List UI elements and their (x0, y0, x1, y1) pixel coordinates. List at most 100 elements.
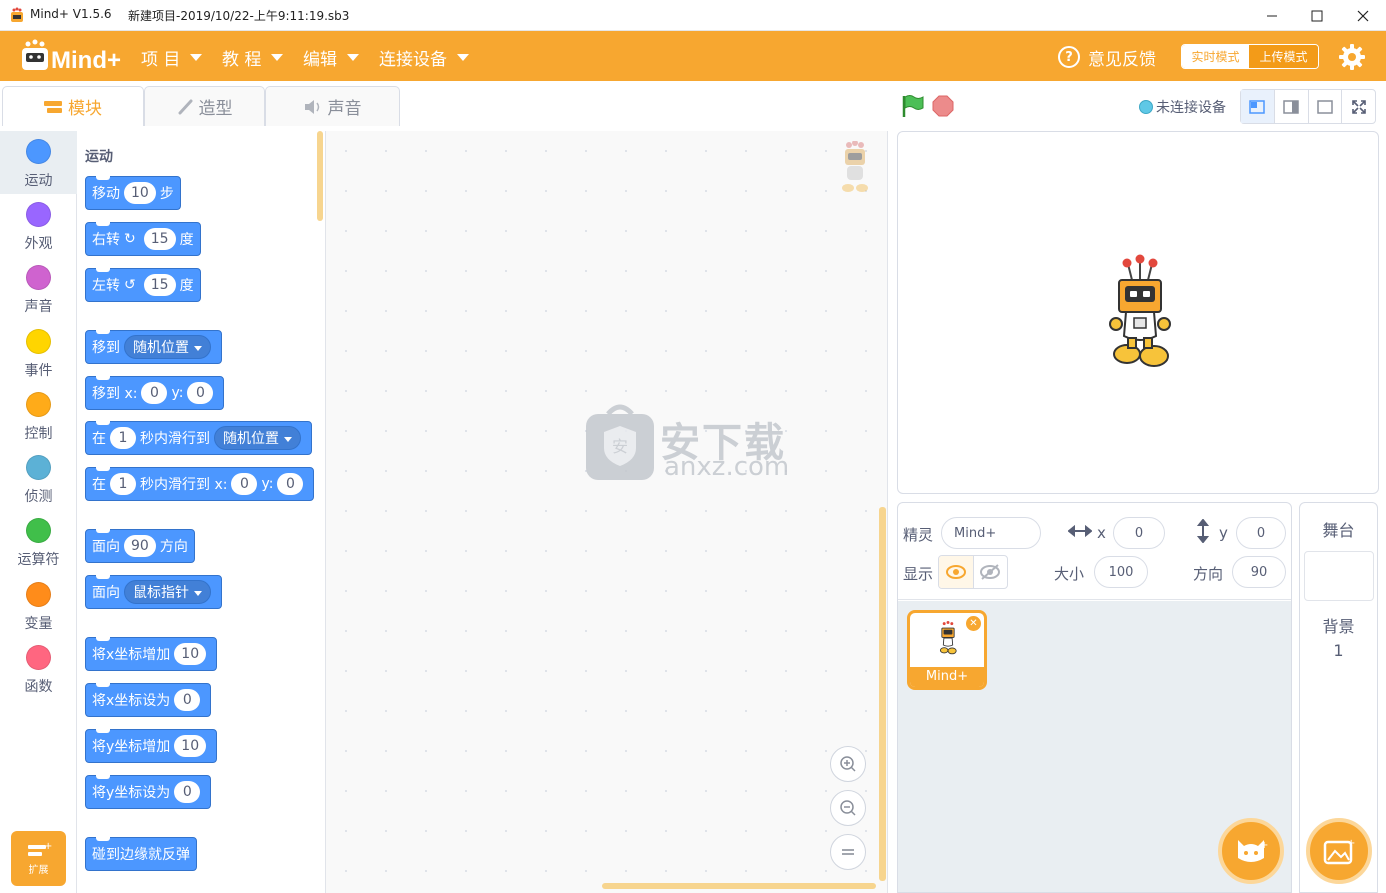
block-change-x[interactable]: 将x坐标增加 10 (85, 637, 218, 671)
block-input-x[interactable]: 0 (141, 382, 168, 404)
delete-sprite-button[interactable]: ✕ (966, 616, 981, 631)
block-set-x[interactable]: 将x坐标设为 0 (85, 683, 212, 717)
extension-button[interactable]: + 扩展 (11, 831, 66, 886)
feedback-button[interactable]: ? 意见反馈 (1058, 43, 1156, 71)
block-text: 面向 (92, 585, 120, 601)
script-area[interactable]: 安 安下载 anxz.com (326, 131, 888, 893)
caret-down-icon (194, 590, 202, 596)
block-input-x[interactable]: 0 (231, 473, 258, 495)
vertical-arrows-icon (1196, 519, 1210, 543)
add-backdrop-button[interactable]: + (1306, 818, 1372, 884)
category-operators[interactable]: 运算符 (0, 510, 77, 573)
category-functions[interactable]: 函数 (0, 637, 77, 700)
tab-costumes[interactable]: 造型 (144, 86, 265, 126)
category-sensing[interactable]: 侦测 (0, 447, 77, 510)
block-change-y[interactable]: 将y坐标增加 10 (85, 729, 218, 763)
tab-blocks[interactable]: 模块 (2, 86, 144, 126)
block-turn-right[interactable]: 右转 ↻ 15 度 (85, 222, 201, 256)
green-flag-icon[interactable] (901, 94, 925, 118)
upload-mode-button[interactable]: 上传模式 (1249, 45, 1318, 68)
menu-tutorial[interactable]: 教 程 (222, 44, 284, 70)
direction-field[interactable]: 90 (1232, 556, 1286, 588)
block-input[interactable]: 15 (143, 228, 176, 250)
live-mode-button[interactable]: 实时模式 (1182, 45, 1249, 68)
caret-down-icon (457, 53, 469, 61)
block-input[interactable]: 0 (174, 781, 201, 803)
hide-button[interactable] (974, 556, 1008, 588)
sprite-name-field[interactable]: Mind+ (941, 517, 1041, 549)
normal-stage-button[interactable] (1275, 90, 1309, 123)
eye-slash-icon (980, 564, 1001, 580)
large-stage-button[interactable] (1309, 90, 1343, 123)
block-move-steps[interactable]: 移动 10 步 (85, 176, 181, 210)
mindplus-robot-sprite[interactable] (1106, 254, 1174, 370)
palette-section-title: 运动 (85, 149, 113, 165)
category-label: 函数 (24, 679, 53, 695)
category-variables[interactable]: 变量 (0, 574, 77, 637)
block-input-y[interactable]: 0 (277, 473, 304, 495)
script-horizontal-scrollbar[interactable] (602, 883, 876, 889)
block-input-secs[interactable]: 1 (110, 473, 136, 495)
mindplus-logo[interactable]: Mind+ (18, 38, 122, 76)
stage-canvas[interactable] (897, 131, 1379, 494)
close-button[interactable] (1340, 0, 1386, 31)
zoom-out-button[interactable] (830, 790, 866, 826)
stage-thumbnail[interactable] (1304, 551, 1374, 601)
mode-switch[interactable]: 实时模式 上传模式 (1181, 44, 1319, 69)
fullscreen-button[interactable] (1342, 90, 1375, 123)
block-input[interactable]: 15 (143, 274, 176, 296)
category-dot (26, 645, 51, 670)
block-input[interactable]: 10 (124, 182, 156, 204)
block-glide-xy[interactable]: 在 1 秒内滑行到 x: 0 y: 0 (85, 467, 315, 501)
block-set-y[interactable]: 将y坐标设为 0 (85, 775, 212, 809)
sprite-thumbnail[interactable]: ✕ Mind+ (907, 610, 987, 690)
horizontal-arrows-icon (1068, 524, 1092, 538)
gear-icon[interactable] (1338, 43, 1366, 71)
svg-text:+: + (1347, 838, 1355, 849)
menu-project[interactable]: 项 目 (141, 44, 203, 70)
menu-edit[interactable]: 编辑 (303, 44, 359, 70)
block-dropdown[interactable]: 随机位置 (214, 426, 301, 450)
block-input[interactable]: 0 (174, 689, 201, 711)
block-dropdown[interactable]: 鼠标指针 (124, 580, 211, 604)
block-dropdown[interactable]: 随机位置 (124, 335, 211, 359)
block-goto[interactable]: 移到 随机位置 (85, 330, 222, 364)
block-input-y[interactable]: 0 (187, 382, 214, 404)
category-control[interactable]: 控制 (0, 384, 77, 447)
tab-sounds[interactable]: 声音 (265, 86, 400, 126)
block-bounce-edge[interactable]: 碰到边缘就反弹 (85, 837, 197, 871)
block-text: 秒内滑行到 x: (140, 477, 228, 493)
maximize-button[interactable] (1294, 0, 1340, 31)
x-field[interactable]: 0 (1113, 517, 1165, 549)
add-sprite-button[interactable]: + (1218, 818, 1284, 884)
block-turn-left[interactable]: 左转 ↺ 15 度 (85, 268, 201, 302)
block-input[interactable]: 10 (174, 735, 207, 757)
category-motion[interactable]: 运动 (0, 131, 77, 194)
category-events[interactable]: 事件 (0, 321, 77, 384)
zoom-in-icon (840, 756, 856, 772)
script-vertical-scrollbar[interactable] (879, 507, 886, 881)
zoom-in-button[interactable] (830, 746, 866, 782)
block-input-secs[interactable]: 1 (110, 427, 136, 449)
block-point-direction[interactable]: 面向 90 方向 (85, 529, 195, 563)
minimize-button[interactable] (1249, 0, 1295, 31)
size-field[interactable]: 100 (1094, 556, 1148, 588)
palette-scrollbar[interactable] (317, 131, 323, 221)
block-goto-xy[interactable]: 移到 x: 0 y: 0 (85, 376, 225, 410)
block-input[interactable]: 90 (124, 535, 156, 557)
block-point-towards[interactable]: 面向 鼠标指针 (85, 575, 222, 609)
block-input[interactable]: 10 (174, 643, 207, 665)
menu-connect-device[interactable]: 连接设备 (379, 44, 469, 70)
category-sound[interactable]: 声音 (0, 257, 77, 320)
small-stage-button[interactable] (1241, 90, 1275, 123)
block-text: 右转 (92, 232, 120, 248)
show-button[interactable] (939, 556, 974, 588)
backdrop-label: 背景 (1322, 617, 1355, 636)
category-looks[interactable]: 外观 (0, 194, 77, 257)
zoom-reset-button[interactable] (830, 834, 866, 870)
stage-layout-toggle (1240, 89, 1376, 124)
block-glide-to[interactable]: 在 1 秒内滑行到 随机位置 (85, 421, 312, 455)
stop-icon[interactable] (932, 95, 954, 117)
y-field[interactable]: 0 (1236, 517, 1286, 549)
caret-down-icon (284, 436, 292, 442)
